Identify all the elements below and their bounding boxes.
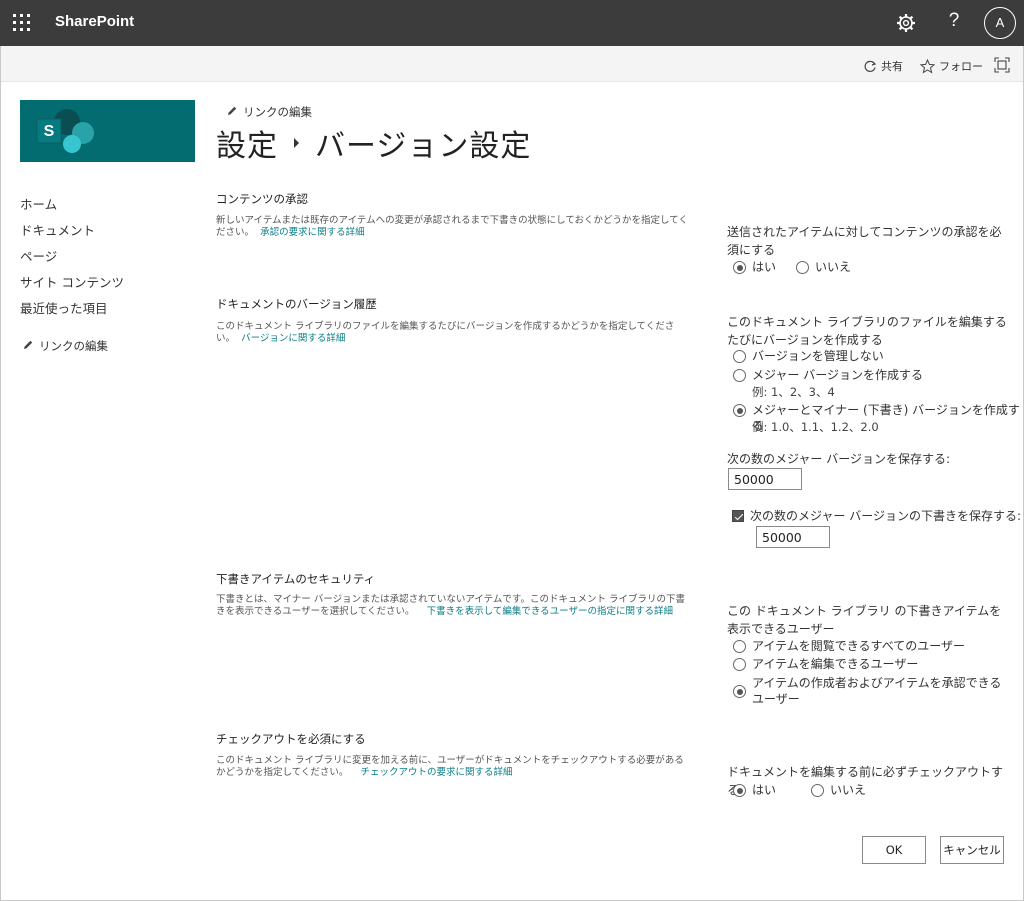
keep-drafts-input[interactable]: 50000 <box>756 526 830 548</box>
draft-option-approvers-label: アイテムの作成者およびアイテムを承認できるユーザー <box>752 676 1002 706</box>
draft-security-desc: 下書きとは、マイナー バージョンまたは承認されていないアイテムです。このドキュメ… <box>216 594 691 618</box>
keep-drafts-checkbox[interactable]: 次の数のメジャー バージョンの下書きを保存する: <box>732 508 1021 524</box>
checkout-desc: このドキュメント ライブラリに変更を加える前に、ユーザーがドキュメントをチェック… <box>216 755 691 779</box>
content-approval-no-radio[interactable]: いいえ <box>796 259 851 275</box>
app-brand[interactable]: SharePoint <box>55 13 134 30</box>
nav-item-recent[interactable]: 最近使った項目 <box>20 298 124 324</box>
radio-icon <box>733 261 746 274</box>
content-approval-heading: コンテンツの承認 <box>216 192 308 206</box>
draft-option-readers-label: アイテムを閲覧できるすべてのユーザー <box>752 639 966 653</box>
nav-edit-links-label: リンクの編集 <box>39 339 108 353</box>
breadcrumb-root[interactable]: 設定 <box>216 121 278 165</box>
radio-icon <box>733 369 746 382</box>
draft-security-link[interactable]: 下書きを表示して編集できるユーザーの指定に関する詳細 <box>427 606 673 617</box>
radio-icon <box>733 658 746 671</box>
app-launcher-icon[interactable] <box>12 13 32 33</box>
draft-option-readers[interactable]: アイテムを閲覧できるすべてのユーザー <box>733 638 965 654</box>
version-option-major-example: 例: 1、2、3、4 <box>752 385 835 399</box>
content-approval-desc: 新しいアイテムまたは既存のアイテムへの変更が承認されるまで下書きの状態にしておく… <box>216 215 691 239</box>
help-icon[interactable]: ? <box>944 10 964 34</box>
site-logo[interactable]: S <box>20 100 195 162</box>
draft-security-label: この ドキュメント ライブラリ の下書きアイテムを表示できるユーザー <box>727 604 1002 636</box>
suite-bar: SharePoint ? A <box>0 0 1024 46</box>
nav-item-site-contents[interactable]: サイト コンテンツ <box>20 272 124 298</box>
version-history-desc: このドキュメント ライブラリのファイルを編集するたびにバージョンを作成するかどう… <box>216 321 691 345</box>
radio-icon <box>733 784 746 797</box>
radio-icon <box>733 404 746 417</box>
content-approval-yes-label: はい <box>752 260 777 274</box>
radio-icon <box>811 784 824 797</box>
radio-icon <box>733 640 746 653</box>
radio-icon <box>796 261 809 274</box>
version-option-major-minor-example: 例: 1.0、1.1、1.2、2.0 <box>752 420 879 434</box>
radio-icon <box>733 350 746 363</box>
follow-button[interactable]: フォロー <box>920 58 983 74</box>
version-option-major-label: メジャー バージョンを作成する <box>752 368 923 382</box>
version-option-none-label: バージョンを管理しない <box>752 349 884 363</box>
keep-major-input[interactable]: 50000 <box>728 468 802 490</box>
content-approval-yes-radio[interactable]: はい <box>733 259 776 275</box>
fullscreen-icon <box>994 57 1010 73</box>
share-icon <box>863 59 877 73</box>
gear-icon[interactable] <box>894 11 918 35</box>
checkout-heading: チェックアウトを必須にする <box>216 732 366 746</box>
nav-edit-links[interactable]: リンクの編集 <box>22 338 108 354</box>
version-history-label: このドキュメント ライブラリのファイルを編集するたびにバージョンを作成する <box>727 315 1007 347</box>
svg-text:S: S <box>44 123 55 140</box>
nav-item-documents[interactable]: ドキュメント <box>20 220 124 246</box>
content-approval-link[interactable]: 承認の要求に関する詳細 <box>260 227 365 238</box>
checkout-yes-label: はい <box>752 783 777 797</box>
draft-security-heading: 下書きアイテムのセキュリティ <box>216 572 376 586</box>
radio-icon <box>733 685 746 698</box>
breadcrumb-separator-icon <box>294 138 299 148</box>
keep-major-label: 次の数のメジャー バージョンを保存する: <box>727 452 951 466</box>
cancel-button[interactable]: キャンセル <box>940 836 1004 864</box>
pencil-icon <box>22 339 34 354</box>
command-bar: 共有 フォロー <box>1 46 1023 82</box>
share-label: 共有 <box>881 60 903 73</box>
version-history-heading: ドキュメントのバージョン履歴 <box>216 297 377 311</box>
ok-button[interactable]: OK <box>862 836 926 864</box>
breadcrumb-current: バージョン設定 <box>315 129 532 164</box>
draft-option-editors-label: アイテムを編集できるユーザー <box>752 657 919 671</box>
checkout-no-radio[interactable]: いいえ <box>811 782 866 798</box>
avatar[interactable]: A <box>984 7 1016 39</box>
content-approval-no-label: いいえ <box>815 260 852 274</box>
page-title: 設定 バージョン設定 <box>216 121 531 165</box>
star-icon <box>920 58 935 74</box>
version-history-link[interactable]: バージョンに関する詳細 <box>241 333 345 344</box>
header-edit-links-label: リンクの編集 <box>243 105 312 119</box>
nav-item-home[interactable]: ホーム <box>20 194 124 220</box>
version-option-none[interactable]: バージョンを管理しない <box>733 348 884 364</box>
draft-option-editors[interactable]: アイテムを編集できるユーザー <box>733 656 918 672</box>
pencil-icon <box>226 105 238 120</box>
checkout-yes-radio[interactable]: はい <box>733 782 776 798</box>
share-button[interactable]: 共有 <box>863 58 903 74</box>
checkbox-icon <box>732 510 744 522</box>
draft-option-approvers[interactable]: アイテムの作成者およびアイテムを承認できるユーザー <box>733 675 1008 707</box>
focus-mode-button[interactable] <box>994 57 1010 73</box>
checkout-no-label: いいえ <box>830 783 867 797</box>
header-edit-links[interactable]: リンクの編集 <box>226 104 312 120</box>
content-approval-label: 送信されたアイテムに対してコンテンツの承認を必須にする <box>727 225 1002 257</box>
nav-item-pages[interactable]: ページ <box>20 246 124 272</box>
left-nav: ホーム ドキュメント ページ サイト コンテンツ 最近使った項目 <box>20 194 124 324</box>
keep-drafts-label: 次の数のメジャー バージョンの下書きを保存する: <box>750 509 1022 523</box>
follow-label: フォロー <box>939 60 983 73</box>
version-option-major[interactable]: メジャー バージョンを作成する <box>733 367 923 383</box>
checkout-link[interactable]: チェックアウトの要求に関する詳細 <box>361 767 513 778</box>
